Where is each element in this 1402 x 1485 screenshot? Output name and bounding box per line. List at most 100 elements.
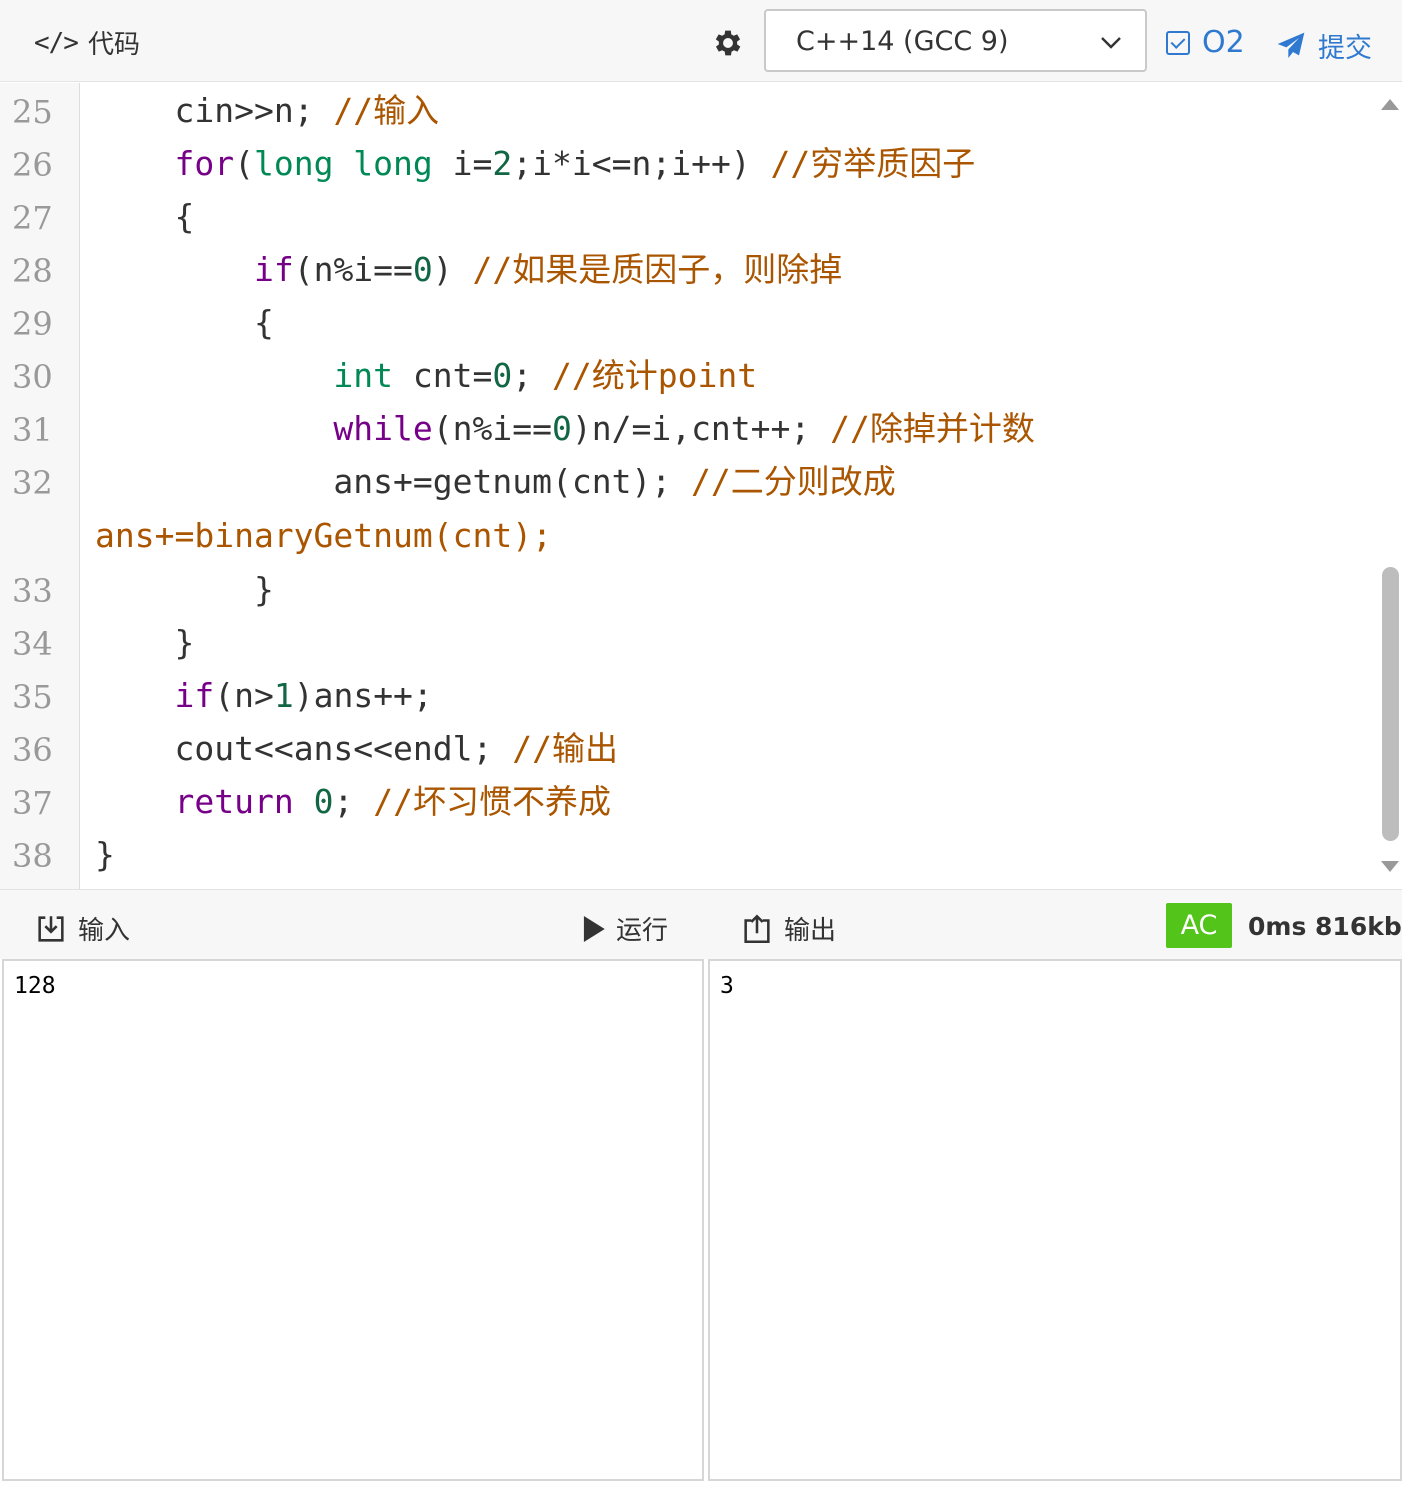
output-label: 输出	[784, 916, 837, 946]
code-line[interactable]: if(n%i==0) //如果是质因子，则除掉	[95, 250, 842, 290]
input-download-icon	[38, 915, 64, 942]
code-token: //输入	[333, 91, 440, 130]
checkbox-icon	[1166, 30, 1190, 55]
line-number: 26	[12, 146, 53, 184]
line-number-gutter: 25 26 27 28 29 30 31 32 33 34 35 36 37 38	[0, 83, 80, 889]
code-token: (	[234, 144, 254, 183]
scroll-up-arrow-icon[interactable]	[1381, 99, 1399, 110]
code-token: {	[253, 303, 274, 342]
code-token: while	[333, 409, 433, 448]
scroll-down-arrow-icon[interactable]	[1381, 861, 1399, 872]
code-token: }	[95, 835, 115, 874]
code-token: )ans++;	[293, 676, 433, 715]
code-token: ans+=binaryGetnum(cnt);	[95, 516, 552, 555]
code-line[interactable]: }	[95, 623, 194, 663]
run-label: 运行	[616, 916, 669, 946]
input-tab[interactable]: 输入	[34, 910, 130, 947]
code-token: if	[253, 250, 294, 289]
code-line[interactable]: int cnt=0; //统计point	[95, 356, 757, 396]
code-token: //穷举质因子	[770, 144, 976, 183]
o2-toggle[interactable]: O2	[1166, 25, 1245, 60]
line-number: 35	[12, 678, 53, 716]
code-token: 1	[273, 676, 294, 715]
line-number: 33	[12, 572, 53, 610]
language-select[interactable]: C++14 (GCC 9)	[764, 9, 1147, 72]
code-token: 0	[551, 409, 572, 448]
code-token: return	[174, 782, 294, 821]
line-number: 34	[12, 625, 53, 663]
code-line[interactable]: {	[95, 303, 274, 343]
code-line[interactable]: for(long long i=2;i*i<=n;i++) //穷举质因子	[95, 144, 975, 184]
code-editor[interactable]: 25 26 27 28 29 30 31 32 33 34 35 36 37 38 cin>>n; //输…	[0, 83, 1402, 889]
code-token: cout<<ans<<endl;	[174, 729, 513, 768]
code-icon: </>	[34, 27, 79, 58]
code-label: 代码	[87, 30, 140, 60]
o2-label: O2	[1202, 25, 1245, 60]
code-token: ;	[333, 782, 374, 821]
code-token: 2	[492, 144, 513, 183]
scroll-thumb[interactable]	[1382, 567, 1399, 841]
line-number: 30	[12, 358, 53, 396]
line-number: 27	[12, 199, 53, 237]
output-tab[interactable]: 输出	[740, 910, 836, 947]
toolbar: </> 代码 C++14 (GCC 9) O2 提交	[0, 0, 1402, 82]
code-token: for	[174, 144, 235, 183]
code-line[interactable]: ans+=binaryGetnum(cnt);	[95, 516, 552, 556]
code-token: //除掉并计数	[830, 409, 1035, 448]
line-number: 31	[12, 411, 53, 449]
code-token: )	[432, 250, 473, 289]
code-line[interactable]: ans+=getnum(cnt); //二分则改成	[95, 462, 896, 502]
line-number: 38	[12, 837, 53, 875]
code-tab[interactable]: </> 代码	[34, 24, 140, 61]
chevron-down-icon	[1101, 37, 1121, 49]
input-label: 输入	[78, 916, 131, 946]
code-token: ;	[512, 356, 552, 395]
code-token: cin>>n;	[174, 91, 334, 130]
code-token: //二分则改成	[691, 462, 896, 501]
code-token: {	[174, 197, 195, 236]
input-value: 128	[14, 973, 56, 999]
status-badge: AC	[1166, 903, 1232, 948]
line-number: 37	[12, 784, 53, 822]
code-token: long long	[253, 144, 433, 183]
code-line[interactable]: cin>>n; //输入	[95, 91, 439, 131]
editor-scrollbar[interactable]	[1378, 83, 1402, 889]
code-token: int	[333, 356, 394, 395]
send-icon	[1277, 32, 1305, 58]
code-token: if	[174, 676, 215, 715]
code-line[interactable]: cout<<ans<<endl; //输出	[95, 729, 618, 769]
play-icon	[583, 915, 605, 942]
submit-label: 提交	[1318, 33, 1372, 64]
code-token: (n>	[214, 676, 274, 715]
performance-stats: 0ms 816kb	[1248, 912, 1402, 941]
code-token: }	[253, 570, 274, 609]
code-token: //输出	[512, 729, 618, 768]
code-token: cnt=	[393, 356, 493, 395]
code-token: ans+=getnum(cnt);	[333, 462, 692, 501]
output-upload-icon	[744, 913, 770, 943]
code-line[interactable]: while(n%i==0)n/=i,cnt++; //除掉并计数	[95, 409, 1035, 449]
line-number: 32	[12, 464, 53, 502]
run-button[interactable]: 运行	[580, 910, 668, 947]
output-textarea[interactable]: 3	[708, 959, 1402, 1481]
line-number: 28	[12, 252, 53, 290]
code-line[interactable]: {	[95, 197, 194, 237]
code-line[interactable]: if(n>1)ans++;	[95, 676, 433, 716]
code-line[interactable]: }	[95, 570, 274, 610]
code-token: ;i*i<=n;i++)	[512, 144, 771, 183]
submit-button[interactable]: 提交	[1274, 26, 1372, 65]
code-line[interactable]: }	[95, 835, 115, 875]
output-value: 3	[720, 973, 734, 999]
line-number: 36	[12, 731, 53, 769]
input-textarea[interactable]: 128	[2, 959, 704, 1481]
line-number: 25	[12, 93, 53, 131]
code-token: //坏习惯不养成	[373, 782, 611, 821]
gear-icon[interactable]	[711, 26, 745, 60]
code-token: //统计point	[552, 356, 758, 395]
code-token: )n/=i,cnt++;	[571, 409, 831, 448]
code-token: //如果是质因子，则除掉	[472, 250, 843, 289]
line-number: 29	[12, 305, 53, 343]
io-bar: 输入 运行 输出 AC 0ms 816kb	[0, 889, 1402, 959]
code-line[interactable]: return 0; //坏习惯不养成	[95, 782, 611, 822]
